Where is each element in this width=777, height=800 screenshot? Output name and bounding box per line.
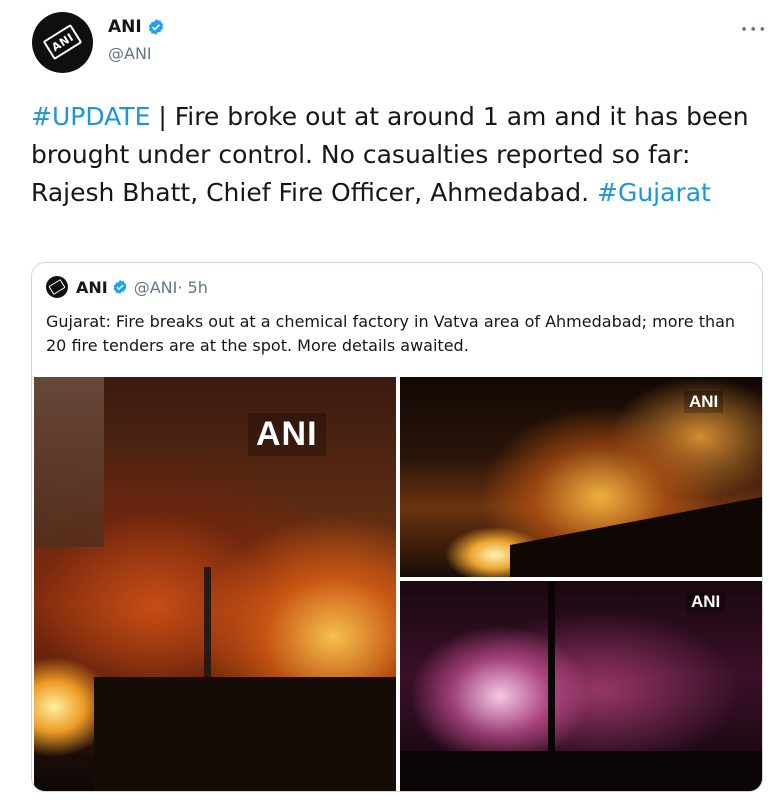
author-avatar[interactable]: ANI (32, 12, 93, 73)
more-options-icon[interactable]: ∙∙∙ (740, 22, 767, 37)
tweet-text: #UPDATE | Fire broke out at around 1 am … (31, 98, 761, 212)
quoted-header: ANI @ANI · 5h (46, 276, 208, 298)
wall-silhouette (94, 677, 396, 791)
pole-silhouette (204, 567, 211, 687)
quoted-author-handle: @ANI (133, 277, 178, 297)
foreground-silhouette (400, 751, 762, 791)
fire-photo-2[interactable]: ANI (400, 377, 762, 577)
quoted-author-name: ANI (76, 277, 108, 297)
author-name-row: ANI (108, 17, 165, 37)
ani-watermark: ANI (686, 591, 726, 613)
author-name[interactable]: ANI (108, 17, 142, 37)
hashtag-gujarat[interactable]: #Gujarat (597, 178, 711, 207)
quoted-tweet[interactable]: ANI @ANI · 5h Gujarat: Fire breaks out a… (31, 262, 763, 792)
verified-badge-icon (148, 19, 163, 35)
quoted-timestamp: · 5h (177, 277, 208, 297)
quoted-text: Gujarat: Fire breaks out at a chemical f… (46, 312, 736, 355)
hashtag-update[interactable]: #UPDATE (31, 102, 150, 131)
author-handle[interactable]: @ANI (108, 44, 152, 63)
ani-logo: ANI (42, 23, 83, 61)
fire-photo-3[interactable]: ANI (400, 581, 762, 791)
verified-badge-icon (113, 280, 127, 294)
ground-silhouette (510, 497, 762, 577)
building-silhouette (34, 377, 104, 547)
ani-watermark: ANI (684, 391, 724, 413)
ani-watermark: ANI (248, 413, 326, 456)
fire-photo-1[interactable]: ANI (34, 377, 396, 791)
quoted-avatar (46, 276, 68, 298)
